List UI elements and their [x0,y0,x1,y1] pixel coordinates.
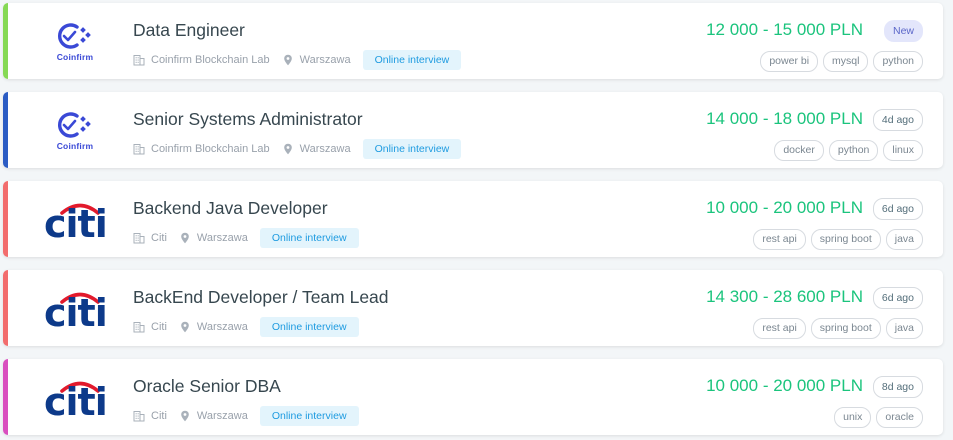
salary-range: 14 000 - 18 000 PLN [706,109,863,128]
skill-tag[interactable]: unix [834,407,872,428]
building-icon [133,410,145,422]
company-logo: Coinfirm [35,11,115,71]
offer-meta: Citi Warszawa Online interview [133,228,359,248]
job-offer-card[interactable]: citi Backend Java Developer Citi Warszaw… [3,181,943,257]
company-logo: Coinfirm [35,100,115,160]
job-title[interactable]: BackEnd Developer / Team Lead [133,287,389,308]
company-logo: citi [35,189,115,249]
salary-range: 10 000 - 20 000 PLN [706,198,863,217]
salary-range: 14 300 - 28 600 PLN [706,287,863,306]
job-title[interactable]: Backend Java Developer [133,198,328,219]
location-text: Warszawa [299,143,351,155]
citi-logo-text: citi [44,202,108,246]
map-pin-icon [179,321,191,333]
job-title[interactable]: Oracle Senior DBA [133,376,281,397]
skill-tag[interactable]: spring boot [810,229,881,250]
job-offer-card[interactable]: Coinfirm Senior Systems Administrator Co… [3,92,943,168]
offer-meta: Coinfirm Blockchain Lab Warszawa Online … [133,50,462,70]
coinfirm-logo-text: Coinfirm [56,51,94,62]
job-title[interactable]: Senior Systems Administrator [133,109,363,130]
company-logo: citi [35,367,115,427]
job-title[interactable]: Data Engineer [133,20,245,41]
offer-meta: Citi Warszawa Online interview [133,317,359,337]
map-pin-icon [179,232,191,244]
offer-meta: Coinfirm Blockchain Lab Warszawa Online … [133,139,462,159]
skill-tag[interactable]: spring boot [810,318,881,339]
skill-tag[interactable]: oracle [876,407,923,428]
card-accent-bar [3,92,8,168]
skill-tag[interactable]: power bi [760,51,819,72]
location-text: Warszawa [196,321,248,333]
skill-tag[interactable]: python [828,140,879,161]
skill-tags: docker python linux [774,140,923,161]
map-pin-icon [282,54,294,66]
company-name: Citi [151,410,167,422]
skill-tags: rest api spring boot java [753,318,923,339]
skill-tag[interactable]: rest api [753,229,806,250]
skill-tag[interactable]: java [885,229,923,250]
skill-tag[interactable]: mysql [823,51,869,72]
company-name: Citi [151,232,167,244]
citi-logo-text: citi [44,291,108,335]
card-accent-bar [3,359,8,435]
skill-tags: unix oracle [834,407,923,428]
building-icon [133,321,145,333]
skill-tag[interactable]: docker [774,140,824,161]
location-text: Warszawa [299,54,351,66]
location-text: Warszawa [196,232,248,244]
skill-tag[interactable]: python [873,51,923,72]
card-accent-bar [3,3,8,79]
salary-range: 12 000 - 15 000 PLN [706,20,863,39]
posted-age-badge: 4d ago [872,109,923,131]
posted-age-badge: New [883,20,923,42]
online-interview-badge: Online interview [259,317,359,337]
job-offer-card[interactable]: citi BackEnd Developer / Team Lead Citi [3,270,943,346]
company-name: Coinfirm Blockchain Lab [151,143,270,155]
building-icon [133,143,145,155]
online-interview-badge: Online interview [362,50,462,70]
company-logo: citi [35,278,115,338]
map-pin-icon [282,143,294,155]
skill-tag[interactable]: rest api [753,318,806,339]
skill-tags: rest api spring boot java [753,229,923,250]
online-interview-badge: Online interview [259,228,359,248]
job-offer-card[interactable]: citi Oracle Senior DBA Citi Warszawa Onl… [3,359,943,435]
card-accent-bar [3,181,8,257]
company-name: Coinfirm Blockchain Lab [151,54,270,66]
online-interview-badge: Online interview [259,406,359,426]
card-accent-bar [3,270,8,346]
location-text: Warszawa [196,410,248,422]
job-offer-list: Coinfirm Data Engineer Coinfirm Blockcha… [0,0,953,440]
job-offer-card[interactable]: Coinfirm Data Engineer Coinfirm Blockcha… [3,3,943,79]
skill-tags: power bi mysql python [760,51,923,72]
map-pin-icon [179,410,191,422]
salary-range: 10 000 - 20 000 PLN [706,376,863,395]
skill-tag[interactable]: java [885,318,923,339]
building-icon [133,232,145,244]
citi-logo-text: citi [44,380,108,424]
offer-meta: Citi Warszawa Online interview [133,406,359,426]
building-icon [133,54,145,66]
skill-tag[interactable]: linux [883,140,923,161]
coinfirm-logo-text: Coinfirm [56,140,94,151]
posted-age-badge: 6d ago [872,287,923,309]
posted-age-badge: 8d ago [872,376,923,398]
coinfirm-logo-icon [57,111,91,138]
posted-age-badge: 6d ago [872,198,923,220]
online-interview-badge: Online interview [362,139,462,159]
company-name: Citi [151,321,167,333]
coinfirm-logo-icon [57,22,91,49]
